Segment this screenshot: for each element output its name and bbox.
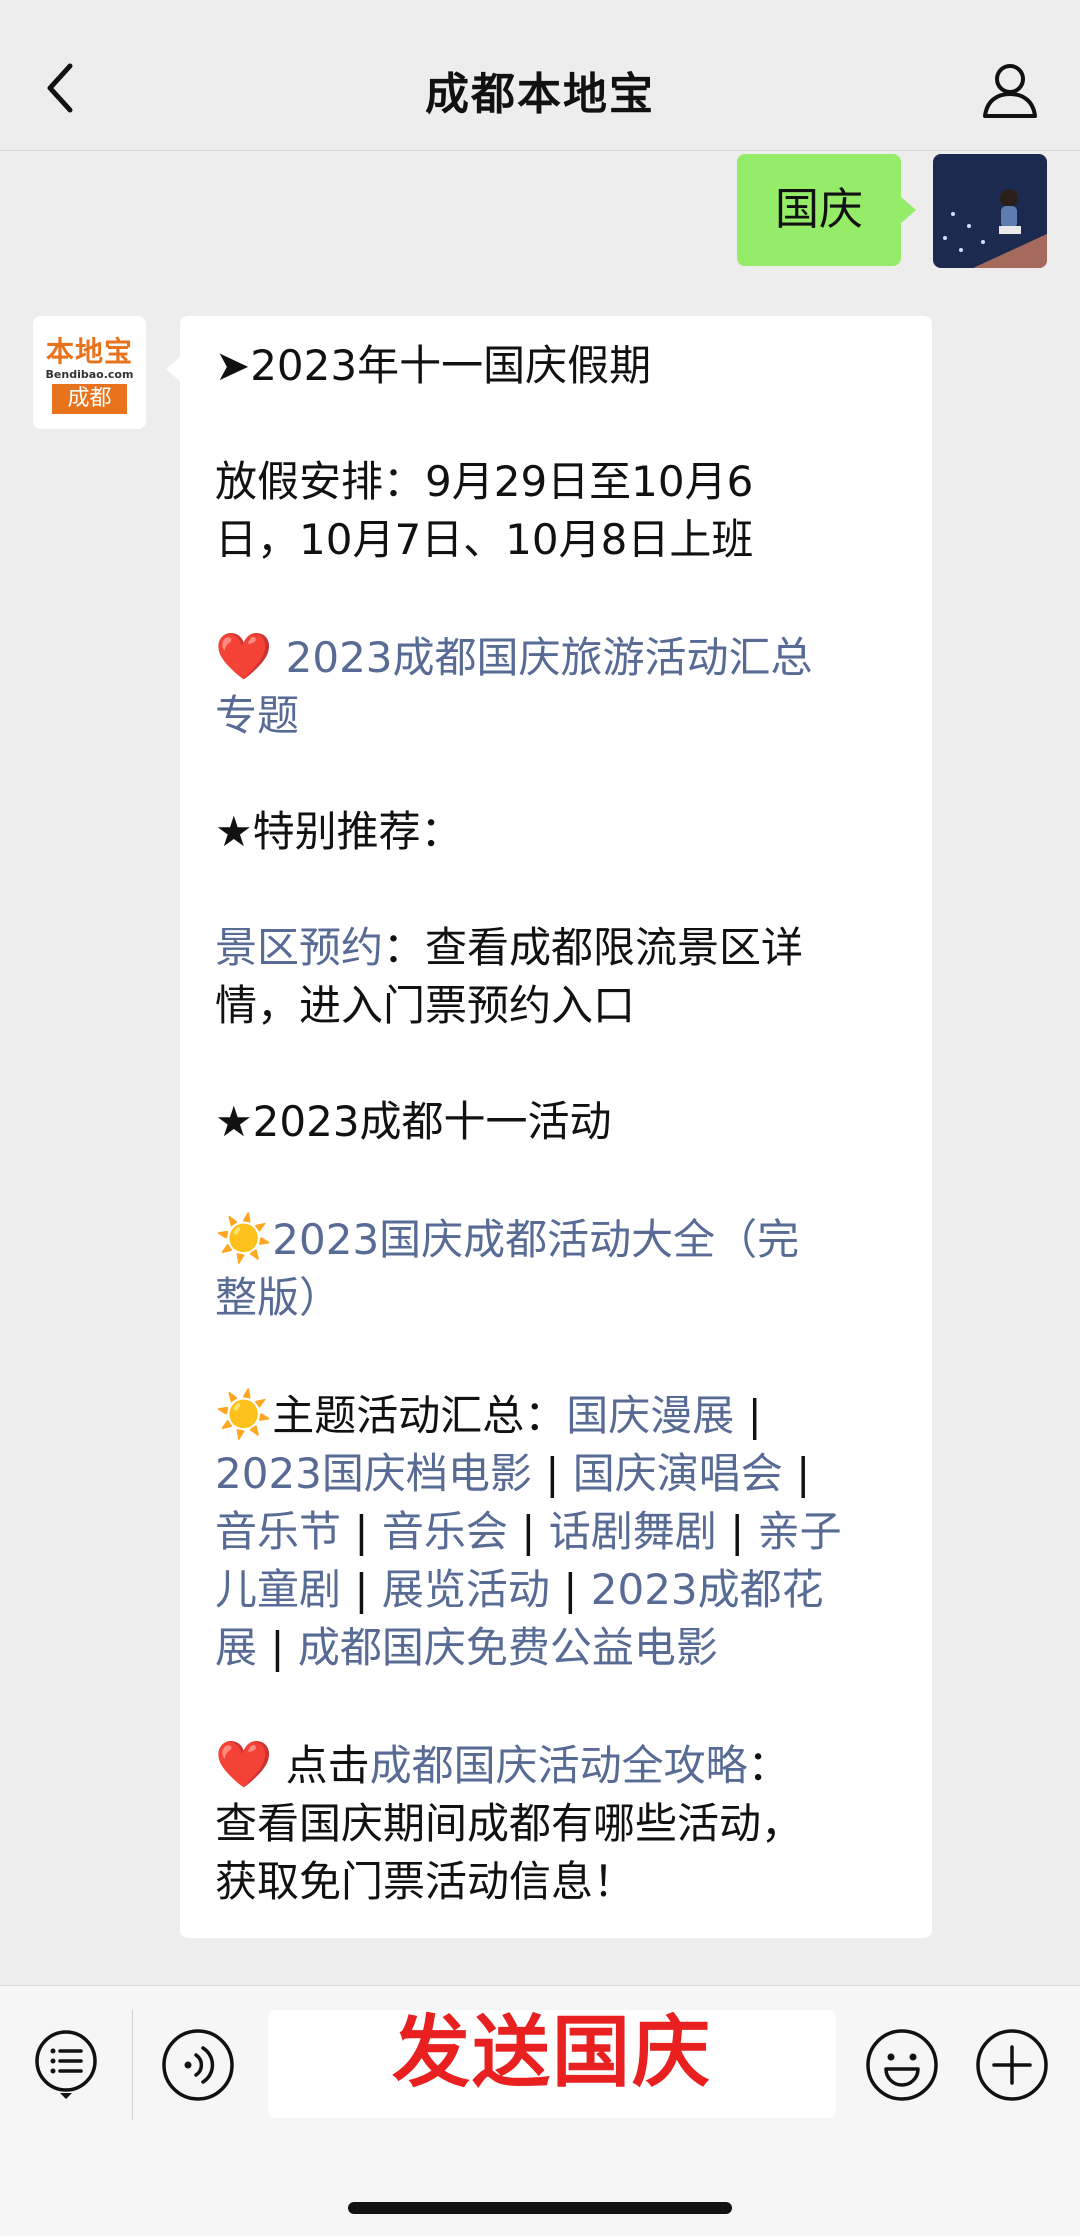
travel-summary-link[interactable]: 2023成都国庆旅游活动汇总	[286, 633, 813, 682]
scenic-reservation-desc: ：查看成都限流景区详	[383, 923, 804, 972]
drama-dance-link[interactable]: 话剧舞剧	[549, 1507, 717, 1556]
separator: |	[549, 1565, 591, 1614]
profile-icon[interactable]	[980, 60, 1040, 120]
kids-drama-link-cont[interactable]: 儿童剧	[215, 1565, 341, 1614]
plus-icon[interactable]	[974, 2027, 1050, 2103]
travel-summary-link-cont[interactable]: 专题	[215, 691, 299, 740]
click-label: 点击	[272, 1741, 370, 1790]
incoming-bubble-tail	[166, 356, 181, 382]
concerts-link[interactable]: 国庆演唱会	[573, 1449, 783, 1498]
sun-icon: ☀️	[215, 1387, 273, 1441]
colon: ：	[747, 1741, 790, 1790]
full-guide-link[interactable]: 成都国庆活动全攻略	[370, 1741, 748, 1790]
schedule-line-1: 放假安排：9月29日至10月6	[215, 457, 754, 506]
voice-input-icon[interactable]	[160, 2027, 236, 2103]
separator: |	[341, 1507, 382, 1556]
separator: |	[341, 1565, 382, 1614]
activities-heading: ★2023成都十一活动	[215, 1097, 612, 1146]
exhibitions-link[interactable]: 展览活动	[382, 1565, 550, 1614]
chat-title: 成都本地宝	[425, 69, 655, 120]
scenic-reservation-desc-2: 情，进入门票预约入口	[215, 981, 636, 1030]
chat-header: 成都本地宝	[0, 0, 1080, 151]
user-avatar[interactable]	[933, 154, 1047, 268]
emoji-icon[interactable]	[864, 2027, 940, 2103]
theme-activities-label: 主题活动汇总：	[272, 1391, 567, 1440]
activities-guide-link-cont[interactable]: 整版）	[215, 1273, 341, 1322]
heart-icon: ❤️	[215, 629, 273, 683]
movies-link[interactable]: 2023国庆档电影	[215, 1449, 532, 1498]
sun-icon: ☀️	[215, 1211, 273, 1265]
send-guoqing-caption: 发送国庆	[391, 2008, 712, 2098]
input-divider	[132, 2010, 133, 2120]
concert-hall-link[interactable]: 音乐会	[382, 1507, 508, 1556]
separator: |	[716, 1507, 758, 1556]
schedule-line-2: 日，10月7日、10月8日上班	[215, 515, 754, 564]
comic-expo-link[interactable]: 国庆漫展	[566, 1391, 734, 1440]
sender-logo-city: 成都	[52, 384, 127, 414]
activities-guide-link[interactable]: 2023国庆成都活动大全（完	[272, 1215, 799, 1264]
separator: |	[531, 1449, 573, 1498]
home-indicator[interactable]	[348, 2202, 732, 2214]
flower-show-link-cont[interactable]: 展	[215, 1623, 257, 1672]
heart-icon: ❤️	[215, 1737, 273, 1791]
guide-desc-1: 查看国庆期间成都有哪些活动，	[215, 1799, 804, 1848]
flower-show-link[interactable]: 2023成都花	[591, 1565, 824, 1614]
incoming-message-text: ➤2023年十一国庆假期 放假安排：9月29日至10月6 日，10月7日、10月…	[215, 337, 905, 1911]
outgoing-bubble-tail	[900, 196, 916, 224]
separator: |	[257, 1623, 298, 1672]
separator: |	[782, 1449, 811, 1498]
music-festival-link[interactable]: 音乐节	[215, 1507, 341, 1556]
scenic-reservation-link[interactable]: 景区预约	[215, 923, 383, 972]
outgoing-message-bubble[interactable]: 国庆	[737, 154, 901, 266]
separator: |	[734, 1391, 762, 1440]
separator: |	[507, 1507, 549, 1556]
special-recommend-heading: ★特别推荐：	[215, 807, 463, 856]
kids-drama-link[interactable]: 亲子	[758, 1507, 842, 1556]
sender-logo-domain: Bendibao.com	[45, 368, 134, 381]
menu-list-icon[interactable]	[28, 2027, 104, 2103]
sender-avatar[interactable]: 本地宝 Bendibao.com 成都	[33, 316, 146, 429]
guide-desc-2: 获取免门票活动信息！	[215, 1857, 636, 1906]
free-movies-link[interactable]: 成都国庆免费公益电影	[298, 1623, 718, 1672]
holiday-heading: ➤2023年十一国庆假期	[215, 341, 652, 390]
sender-logo-text: 本地宝	[45, 335, 133, 368]
